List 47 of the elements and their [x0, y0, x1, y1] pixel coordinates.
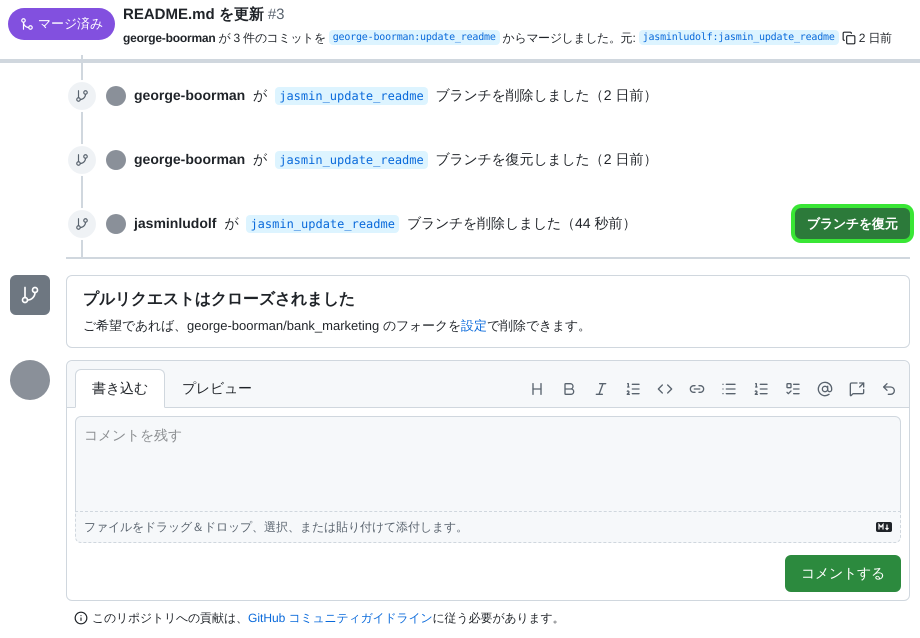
- numbered-list-icon[interactable]: [753, 381, 769, 397]
- merge-text: が 3 件のコミットを: [218, 30, 326, 46]
- merge-status-icon: [10, 274, 50, 314]
- pr-title: README.md を更新: [123, 5, 264, 25]
- event-text: ブランチを削除しました（44 秒前）: [406, 214, 636, 233]
- editor-tab[interactable]: プレビュー: [165, 369, 269, 408]
- notice-title: プルリクエストはクローズされました: [83, 289, 356, 310]
- italic-icon[interactable]: [593, 381, 609, 397]
- avatar[interactable]: [106, 150, 126, 170]
- guidelines-link[interactable]: GitHub コミュニティガイドライン: [248, 611, 433, 625]
- bulleted-list-icon[interactable]: [721, 381, 737, 397]
- comment-button[interactable]: コメントする: [785, 555, 901, 592]
- copy-icon[interactable]: [842, 30, 856, 44]
- branch-label[interactable]: jasminludolf:jasmin_update_readme: [638, 30, 839, 45]
- pr-number: #3: [268, 5, 285, 25]
- editor-tab[interactable]: 書き込む: [75, 369, 165, 408]
- task-list-icon[interactable]: [785, 381, 801, 397]
- markdown-icon: [876, 522, 892, 532]
- event-text: ブランチを復元しました（2 日前）: [436, 150, 658, 169]
- author-link[interactable]: george-boorman: [123, 28, 216, 46]
- avatar[interactable]: [106, 214, 126, 234]
- info-icon: [74, 611, 88, 625]
- avatar[interactable]: [10, 360, 50, 400]
- branch-label[interactable]: jasmin_update_readme: [275, 86, 428, 104]
- event-text: が: [224, 214, 238, 233]
- comment-field[interactable]: コメントを残す: [75, 416, 901, 512]
- restore-branch-button[interactable]: ブランチを復元: [795, 208, 910, 240]
- reference-icon[interactable]: [849, 381, 865, 397]
- merge-time: 2 日前: [858, 30, 892, 46]
- contribution-note: このリポジトリへの貢献は、GitHub コミュニティガイドラインに従う必要があります。: [92, 610, 565, 627]
- merged-badge: マージ済み: [8, 8, 115, 40]
- undo-icon[interactable]: [881, 381, 897, 397]
- user-link[interactable]: jasminludolf: [134, 213, 216, 234]
- notice-text: ご希望であれば、george-boorman/bank_marketing のフォークを設定で削除できます。: [83, 316, 592, 335]
- user-link[interactable]: george-boorman: [134, 149, 246, 170]
- event-text: が: [253, 86, 268, 105]
- branch-label[interactable]: jasmin_update_readme: [246, 214, 399, 232]
- branch-label[interactable]: jasmin_update_readme: [275, 150, 428, 168]
- event-text: が: [253, 150, 268, 169]
- branch-label[interactable]: george-boorman:update_readme: [328, 30, 500, 45]
- user-link[interactable]: george-boorman: [134, 85, 246, 106]
- event-text: ブランチを削除しました（2 日前）: [436, 86, 658, 105]
- mention-icon[interactable]: [817, 381, 833, 397]
- settings-link[interactable]: 設定: [460, 318, 487, 332]
- merge-text: からマージしました。元:: [502, 30, 636, 46]
- merge-icon: [20, 16, 34, 31]
- avatar[interactable]: [106, 86, 126, 106]
